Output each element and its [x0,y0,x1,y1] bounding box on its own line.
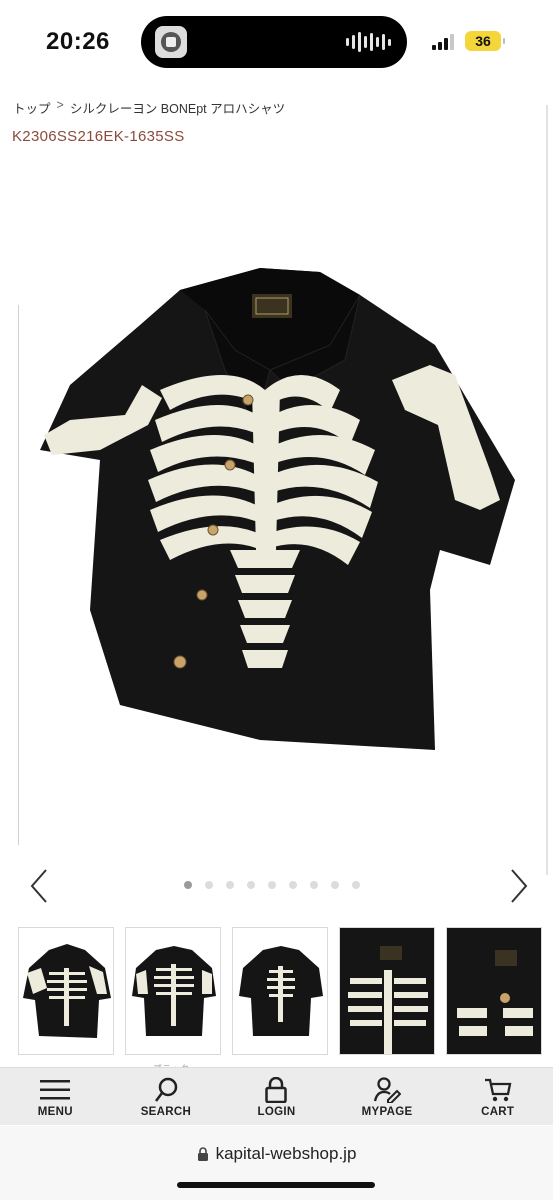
url-text: kapital-webshop.jp [215,1144,357,1163]
product-code: K2306SS216EK-1635SS [12,128,185,145]
thumbnail-3[interactable] [232,927,328,1055]
chevron-right-icon [511,869,528,903]
breadcrumb-home[interactable]: トップ [13,98,51,117]
nav-mypage-label: MYPAGE [361,1106,413,1118]
dynamic-island[interactable] [141,16,407,68]
pagination-dot[interactable] [331,881,339,889]
nav-search-label: SEARCH [140,1106,192,1118]
pagination-dot[interactable] [310,881,318,889]
search-icon [151,1076,181,1104]
url-display[interactable]: kapital-webshop.jp [0,1144,553,1164]
thumbnail-4[interactable] [339,927,435,1055]
page-scrollbar[interactable] [546,105,548,875]
chevron-left-icon [30,869,47,903]
breadcrumb-current: シルクレーヨン BONEpt アロハシャツ [69,102,286,116]
skeleton-shirt-illustration [40,268,515,750]
nav-cart[interactable]: CART [442,1068,553,1125]
thumbnail-5[interactable] [446,927,542,1055]
pagination-dot[interactable] [352,881,360,889]
pagination-dot[interactable] [226,881,234,889]
browser-url-bar[interactable]: kapital-webshop.jp [0,1126,553,1200]
pagination-dot[interactable] [268,881,276,889]
pagination-dot[interactable] [205,881,213,889]
breadcrumb: トップ > シルクレーヨン BONEpt アロハシャツ [13,98,285,117]
pagination-dot-active[interactable] [184,881,192,889]
user-edit-icon [372,1076,402,1104]
gallery-pagination [184,881,360,889]
thumbnail-2[interactable] [125,927,221,1055]
nav-login-label: LOGIN [257,1106,296,1118]
cart-icon [483,1076,513,1104]
audio-waveform-icon [346,31,391,53]
gallery-prev-button[interactable] [28,868,52,904]
status-time: 20:26 [46,28,110,55]
gallery-next-button[interactable] [506,868,530,904]
pagination-dot[interactable] [289,881,297,889]
hamburger-icon [40,1076,71,1104]
nav-mypage[interactable]: MYPAGE [332,1068,443,1125]
bottom-nav: MENU SEARCH LOGIN MYPAGE CART [0,1067,553,1125]
now-playing-artwork-icon [155,26,187,58]
thumbnail-strip [18,927,542,1055]
product-main-image[interactable] [30,250,530,760]
breadcrumb-separator: > [56,98,64,112]
battery-indicator: 36 [465,31,505,51]
nav-menu-label: MENU [37,1106,73,1118]
nav-cart-label: CART [481,1106,515,1118]
image-edge-line [18,305,19,845]
home-indicator[interactable] [177,1182,375,1188]
status-bar: 20:26 36 [0,0,553,84]
secure-lock-icon [197,1147,208,1161]
pagination-dot[interactable] [247,881,255,889]
thumbnail-1[interactable] [18,927,114,1055]
nav-search[interactable]: SEARCH [111,1068,222,1125]
lock-icon [261,1076,291,1104]
nav-menu[interactable]: MENU [0,1068,111,1125]
nav-login[interactable]: LOGIN [221,1068,332,1125]
cellular-signal-icon [432,34,458,50]
